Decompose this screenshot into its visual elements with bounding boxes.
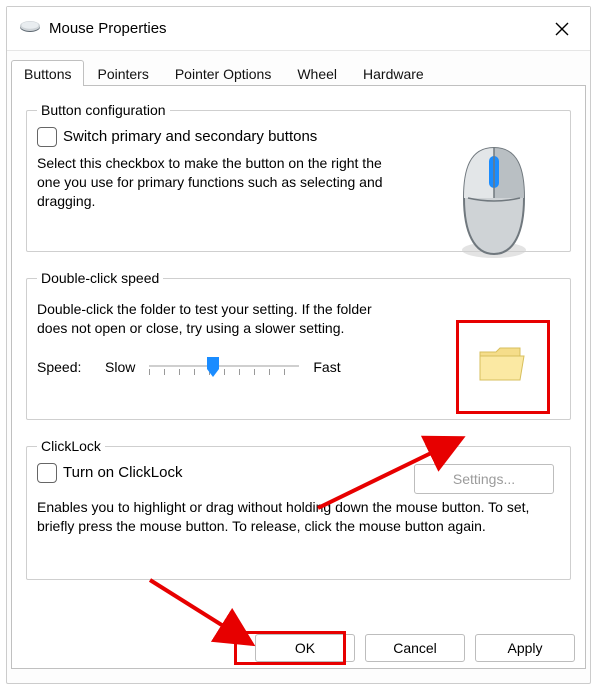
group-clicklock: ClickLock Turn on ClickLock Settings... … [26, 438, 571, 580]
dclick-desc: Double-click the folder to test your set… [37, 300, 397, 338]
tabstrip: Buttons Pointers Pointer Options Wheel H… [11, 55, 586, 85]
clicklock-checkbox[interactable] [37, 463, 57, 483]
switch-buttons-checkbox[interactable] [37, 127, 57, 147]
legend-button-config: Button configuration [37, 102, 170, 118]
tab-pointers[interactable]: Pointers [84, 60, 161, 86]
button-config-desc: Select this checkbox to make the button … [37, 154, 397, 211]
highlight-folder [456, 320, 550, 414]
slider-track [149, 365, 299, 367]
window-title: Mouse Properties [49, 20, 167, 37]
ok-label: OK [295, 640, 315, 656]
slider-thumb[interactable] [205, 357, 221, 375]
cancel-button[interactable]: Cancel [365, 634, 465, 662]
legend-dclick: Double-click speed [37, 270, 163, 286]
slider-ticks [149, 369, 299, 375]
tab-wheel[interactable]: Wheel [284, 60, 350, 86]
mouse-properties-dialog: Mouse Properties Buttons Pointers Pointe… [6, 6, 591, 684]
tab-pointer-options[interactable]: Pointer Options [162, 60, 285, 86]
speed-label: Speed: [37, 359, 97, 375]
mouse-illustration [446, 142, 542, 262]
speed-slow-label: Slow [105, 359, 135, 375]
legend-clicklock: ClickLock [37, 438, 105, 454]
apply-button[interactable]: Apply [475, 634, 575, 662]
close-icon [555, 22, 569, 36]
titlebar: Mouse Properties [7, 7, 590, 51]
switch-buttons-label: Switch primary and secondary buttons [63, 126, 317, 148]
speed-slider[interactable] [149, 356, 299, 378]
group-button-configuration: Button configuration Switch primary and … [26, 102, 571, 252]
clicklock-desc: Enables you to highlight or drag without… [37, 498, 557, 536]
speed-fast-label: Fast [313, 359, 340, 375]
tab-hardware[interactable]: Hardware [350, 60, 437, 86]
clicklock-settings-label: Settings... [453, 471, 515, 487]
cancel-label: Cancel [393, 640, 437, 656]
ok-button[interactable]: OK [255, 634, 355, 662]
clicklock-settings-button: Settings... [414, 464, 554, 494]
dialog-button-row: OK Cancel Apply [255, 634, 575, 662]
tab-body-buttons: Button configuration Switch primary and … [11, 85, 586, 669]
tab-buttons[interactable]: Buttons [11, 60, 84, 86]
clicklock-label: Turn on ClickLock [63, 462, 183, 484]
mouse-icon [19, 19, 41, 38]
group-double-click-speed: Double-click speed Double-click the fold… [26, 270, 571, 420]
apply-label: Apply [507, 640, 542, 656]
close-button[interactable] [544, 11, 580, 47]
